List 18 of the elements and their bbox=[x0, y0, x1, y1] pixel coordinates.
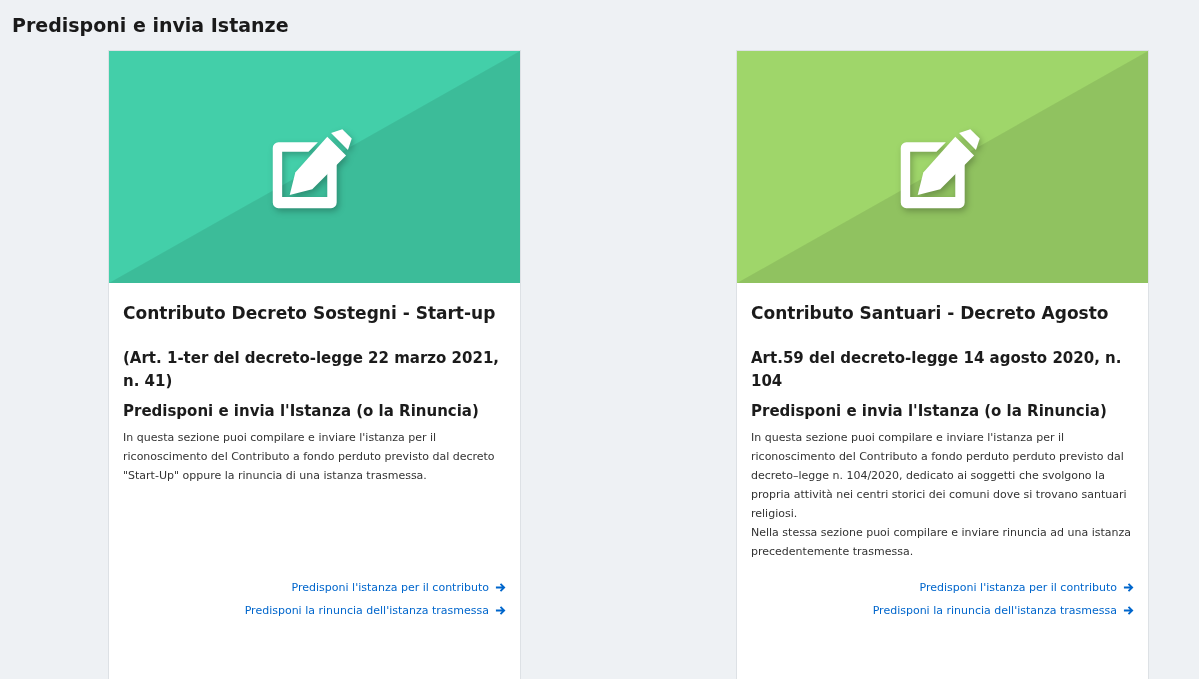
card-description: In questa sezione puoi compilare e inviare l'istanza per il riconoscimento del Contributo a fondo perduto previsto dal decreto "Start-Up" oppure la rinuncia di una istanza trasmessa. bbox=[123, 430, 496, 484]
card-title: Contributo Decreto Sostegni - Start-up bbox=[123, 303, 497, 323]
card-link[interactable]: Predisponi l'istanza per il contributo bbox=[919, 581, 1134, 594]
card-link[interactable]: Predisponi la rinuncia dell'istanza trasmessa bbox=[872, 604, 1134, 617]
card-subtitle: Art.59 del decreto-legge 14 agosto 2020, n. 104 bbox=[751, 348, 1123, 392]
arrow-right-icon bbox=[1123, 582, 1134, 593]
card-heading: Predisponi e invia l'Istanza (o la Rinuncia) bbox=[751, 402, 1108, 420]
arrow-right-icon bbox=[495, 582, 506, 593]
card-heading: Predisponi e invia l'Istanza (o la Rinuncia) bbox=[123, 402, 480, 420]
page-title: Predisponi e invia Istanze bbox=[12, 14, 290, 36]
arrow-right-icon bbox=[1123, 605, 1134, 616]
card-description: Nella stessa sezione puoi compilare e inviare rinuncia ad una istanza precedentemente trasmessa. bbox=[751, 525, 1132, 560]
card-link[interactable]: Predisponi l'istanza per il contributo bbox=[291, 581, 506, 594]
card-subtitle: (Art. 1-ter del decreto-legge 22 marzo 2021, n. 41) bbox=[123, 348, 501, 392]
card-title: Contributo Santuari - Decreto Agosto bbox=[751, 303, 1110, 323]
arrow-right-icon bbox=[495, 605, 506, 616]
card-link[interactable]: Predisponi la rinuncia dell'istanza trasmessa bbox=[244, 604, 506, 617]
card-description: In questa sezione puoi compilare e inviare l'istanza per il riconoscimento del Contributo a fondo perduto perduto previsto dal decreto–legge n. 104/2020, dedicato ai soggetti che svolgono la propria attività nei centri storici dei comuni dove si trovano santuari religiosi. bbox=[751, 430, 1128, 522]
